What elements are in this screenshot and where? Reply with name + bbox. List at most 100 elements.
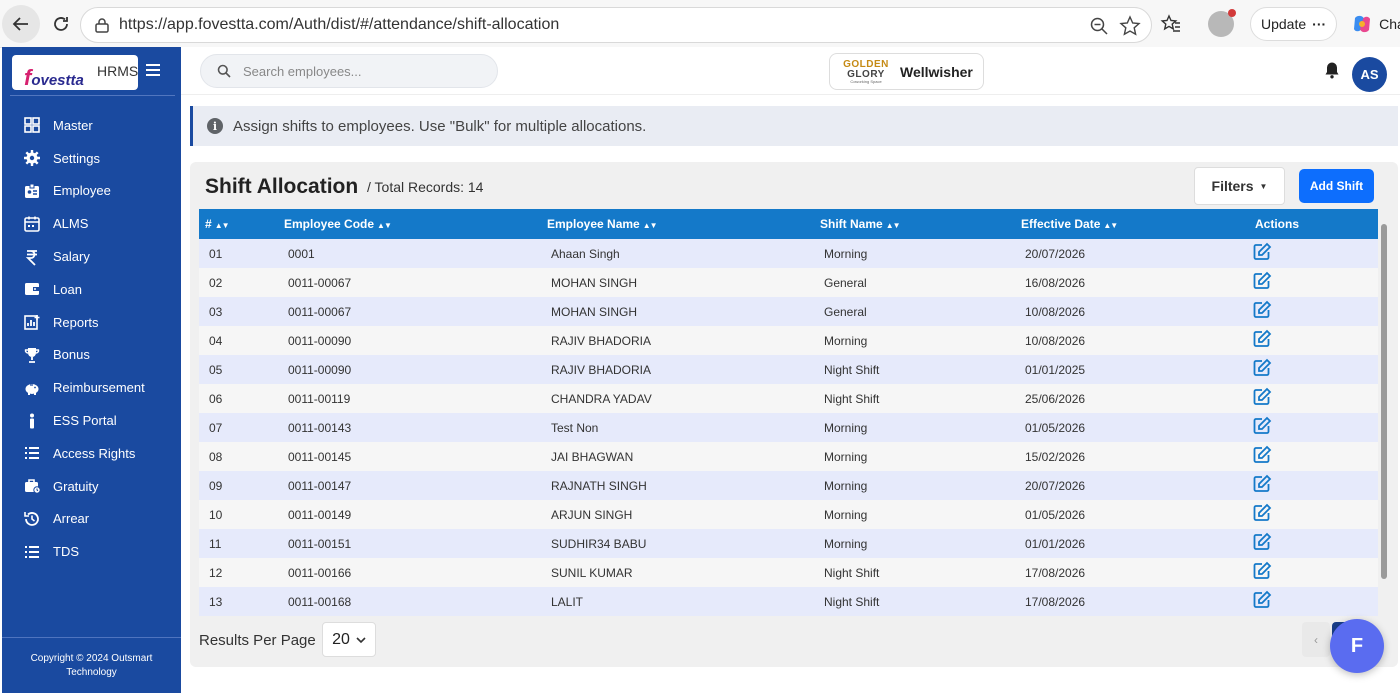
edit-icon[interactable] xyxy=(1252,387,1272,407)
sidebar-item-master[interactable]: Master xyxy=(2,109,181,142)
col-header-actions: Actions xyxy=(1255,217,1300,231)
edit-icon[interactable] xyxy=(1252,590,1272,610)
edit-icon[interactable] xyxy=(1252,358,1272,378)
sidebar-item-access-rights[interactable]: Access Rights xyxy=(2,437,181,470)
cell-actions xyxy=(1247,268,1378,297)
sidebar-item-settings[interactable]: Settings xyxy=(2,142,181,175)
scrollbar-thumb[interactable] xyxy=(1381,224,1387,579)
edit-icon[interactable] xyxy=(1252,532,1272,552)
table-row: 10 0011-00149 ARJUN SINGH Morning 01/05/2026 xyxy=(199,500,1378,529)
edit-icon[interactable] xyxy=(1252,503,1272,523)
edit-icon[interactable] xyxy=(1252,329,1272,349)
copyright-company: Technology xyxy=(66,667,117,678)
cell-actions xyxy=(1247,326,1378,355)
col-header-number[interactable]: # ▲▼ xyxy=(199,209,278,239)
sidebar-item-label: Access Rights xyxy=(53,445,136,461)
table-scrollbar[interactable] xyxy=(1379,210,1389,622)
zoom-out-icon[interactable] xyxy=(1089,16,1109,36)
sidebar-item-salary[interactable]: Salary xyxy=(2,240,181,273)
sidebar-item-loan[interactable]: Loan xyxy=(2,273,181,306)
address-bar[interactable]: https://app.fovestta.com/Auth/dist/#/att… xyxy=(80,7,1152,43)
sidebar-item-employee[interactable]: Employee xyxy=(2,175,181,208)
company-switcher[interactable]: GOLDEN GLORY Coworking Space Wellwisher xyxy=(829,53,984,90)
employee-search[interactable] xyxy=(200,54,498,88)
bell-icon[interactable] xyxy=(1324,61,1340,79)
cell-actions xyxy=(1247,297,1378,326)
table-body: 01 0001 Ahaan Singh Morning 20/07/2026 02 0011… xyxy=(199,239,1378,616)
sidebar-item-bonus[interactable]: Bonus xyxy=(2,339,181,372)
cell-shift-name: Morning xyxy=(824,420,868,435)
results-per-page-select[interactable]: 20 xyxy=(322,622,376,657)
cell-number: 13 xyxy=(209,594,223,609)
cell-number: 12 xyxy=(209,565,223,580)
cell-effective-date: 01/05/2026 xyxy=(1025,420,1086,435)
cell-effective-date: 16/08/2026 xyxy=(1025,275,1086,290)
wallet-icon xyxy=(25,283,39,296)
list-icon xyxy=(25,447,39,460)
search-icon xyxy=(217,64,231,78)
reload-button[interactable] xyxy=(42,5,80,43)
shift-table: # ▲▼ Employee Code ▲▼ Employee Name ▲▼ Shif… xyxy=(199,209,1378,616)
cell-employee-name: RAJNATH SINGH xyxy=(551,478,647,493)
add-shift-button[interactable]: Add Shift xyxy=(1299,169,1374,203)
cell-effective-date: 01/01/2025 xyxy=(1025,362,1086,377)
sidebar-item-gratuity[interactable]: Gratuity xyxy=(2,470,181,503)
sidebar-item-tds[interactable]: TDS xyxy=(2,535,181,568)
favorites-icon[interactable] xyxy=(1160,13,1182,35)
url-text[interactable]: https://app.fovestta.com/Auth/dist/#/att… xyxy=(119,16,559,34)
trophy-icon xyxy=(24,347,40,363)
edit-icon[interactable] xyxy=(1252,561,1272,581)
sidebar-item-ess-portal[interactable]: ESS Portal xyxy=(2,404,181,437)
col-header-shift-name[interactable]: Shift Name ▲▼ xyxy=(814,209,1015,239)
cell-number: 07 xyxy=(209,420,223,435)
user-avatar[interactable]: AS xyxy=(1352,57,1387,92)
update-button[interactable]: Update ··· xyxy=(1250,7,1338,41)
site-info-icon[interactable] xyxy=(93,16,111,34)
table-row: 11 0011-00151 SUDHIR34 BABU Morning 01/01/20… xyxy=(199,529,1378,558)
menu-toggle-icon[interactable] xyxy=(145,63,161,77)
filters-button[interactable]: Filters ▼ xyxy=(1194,167,1285,205)
search-input[interactable] xyxy=(243,63,473,79)
browser-toolbar: https://app.fovestta.com/Auth/dist/#/att… xyxy=(0,0,1400,48)
table-row: 04 0011-00090 RAJIV BHADORIA Morning 10/08/2… xyxy=(199,326,1378,355)
back-button[interactable] xyxy=(2,4,40,43)
edit-icon[interactable] xyxy=(1252,300,1272,320)
cell-effective-date: 01/05/2026 xyxy=(1025,507,1086,522)
col-header-employee-code[interactable]: Employee Code ▲▼ xyxy=(278,209,541,239)
copilot-chat-button[interactable]: Chat xyxy=(1351,13,1400,35)
edit-icon[interactable] xyxy=(1252,474,1272,494)
col-header-effective-date[interactable]: Effective Date ▲▼ xyxy=(1015,209,1247,239)
cell-actions xyxy=(1247,471,1378,500)
sidebar-item-arrear[interactable]: Arrear xyxy=(2,503,181,536)
cell-employee-name: MOHAN SINGH xyxy=(551,275,638,290)
cell-employee-name: RAJIV BHADORIA xyxy=(551,362,652,377)
table-row: 02 0011-00067 MOHAN SINGH General 16/08/2026 xyxy=(199,268,1378,297)
table-row: 08 0011-00145 JAI BHAGWAN Morning 15/02/2026 xyxy=(199,442,1378,471)
sidebar-item-label: Reimbursement xyxy=(53,380,145,396)
cell-actions xyxy=(1247,384,1378,413)
edit-icon[interactable] xyxy=(1252,445,1272,465)
pagination-prev-button[interactable]: ‹ xyxy=(1302,622,1330,657)
cell-actions xyxy=(1247,500,1378,529)
id-card-icon xyxy=(25,183,39,198)
floating-action-button[interactable]: F xyxy=(1330,619,1384,673)
chart-icon xyxy=(24,315,40,330)
cell-number: 01 xyxy=(209,246,223,261)
cell-shift-name: General xyxy=(824,304,867,319)
profile-icon[interactable] xyxy=(1208,9,1236,37)
sidebar-item-reports[interactable]: Reports xyxy=(2,306,181,339)
cell-shift-name: Morning xyxy=(824,507,868,522)
cell-employee-code: 0011-00143 xyxy=(288,420,352,435)
edit-icon[interactable] xyxy=(1252,416,1272,436)
sidebar-item-alms[interactable]: ALMS xyxy=(2,207,181,240)
cell-effective-date: 25/06/2026 xyxy=(1025,391,1086,406)
cell-employee-name: SUNIL KUMAR xyxy=(551,565,633,580)
sidebar-item-label: ESS Portal xyxy=(53,413,117,429)
sidebar-item-reimbursement[interactable]: Reimbursement xyxy=(2,371,181,404)
bookmark-star-icon[interactable] xyxy=(1119,15,1141,37)
edit-icon[interactable] xyxy=(1252,242,1272,262)
cell-shift-name: Night Shift xyxy=(824,594,880,609)
col-header-employee-name[interactable]: Employee Name ▲▼ xyxy=(541,209,814,239)
calendar-icon xyxy=(24,216,40,232)
edit-icon[interactable] xyxy=(1252,271,1272,291)
